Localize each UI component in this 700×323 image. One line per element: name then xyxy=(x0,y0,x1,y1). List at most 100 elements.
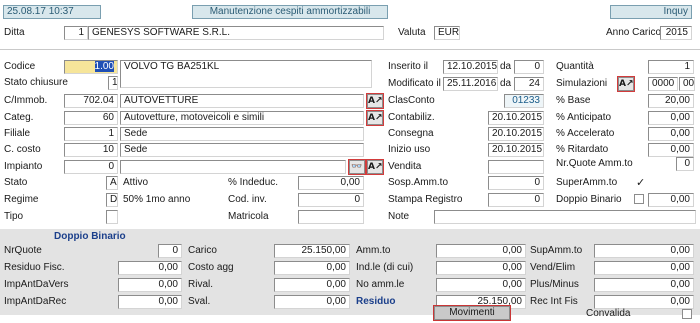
rival-label: Rival. xyxy=(188,279,214,290)
supammto-label: SupAmm.to xyxy=(530,245,583,256)
plusminus-field[interactable]: 0,00 xyxy=(594,278,694,292)
cimmob-code-field[interactable]: 702.04 xyxy=(64,94,118,108)
super-amm-checkbox[interactable]: ✓ xyxy=(636,176,645,189)
perc-accelerato-label: % Accelerato xyxy=(556,128,615,139)
perc-indeduc-field[interactable]: 0,00 xyxy=(298,176,364,190)
nr-quote-field[interactable]: 0 xyxy=(676,157,694,171)
simulazioni-field-1[interactable]: 0000 xyxy=(648,77,678,91)
ditta-name-field[interactable]: GENESYS SOFTWARE S.R.L. xyxy=(88,26,384,40)
doppio-binario-flag-field[interactable]: 0,00 xyxy=(648,193,694,207)
regime-code-field[interactable]: D xyxy=(106,193,118,207)
no-amm-field[interactable]: 0,00 xyxy=(436,278,526,292)
filiale-label: Filiale xyxy=(4,128,31,139)
ditta-code-field[interactable]: 1 xyxy=(64,26,88,40)
vendita-field[interactable] xyxy=(488,160,544,174)
vendelim-label: Vend/Elim xyxy=(530,262,576,273)
categ-lookup-icon[interactable]: A↗ xyxy=(366,110,384,126)
vendita-label: Vendita xyxy=(388,161,422,172)
residuo-label: Residuo xyxy=(356,296,396,307)
nrquote-label: NrQuote xyxy=(4,245,42,256)
recintfis-field[interactable]: 0,00 xyxy=(594,295,694,309)
sval-field[interactable]: 0,00 xyxy=(274,295,350,309)
categ-description-field[interactable]: Autovetture, motoveicoli e simili xyxy=(120,111,364,125)
note-field[interactable] xyxy=(434,210,696,224)
supammto-field[interactable]: 0,00 xyxy=(594,244,694,258)
plusminus-label: Plus/Minus xyxy=(530,279,579,290)
clasconto-field[interactable]: 01233 xyxy=(504,94,544,108)
super-amm-label: SuperAmm.to xyxy=(556,177,618,188)
valuta-label: Valuta xyxy=(398,27,426,38)
stato-chiusure-label: Stato chiusure xyxy=(4,77,68,88)
c-costo-description-field[interactable]: Sede xyxy=(120,143,364,157)
recintfis-label: Rec Int Fis xyxy=(530,296,578,307)
matricola-field[interactable] xyxy=(298,210,364,224)
impantdavers-field[interactable]: 0,00 xyxy=(118,278,182,292)
doppio-binario-title: Doppio Binario xyxy=(54,231,126,242)
cimmob-label: C/Immob. xyxy=(4,95,48,106)
cod-inv-field[interactable]: 0 xyxy=(298,193,364,207)
c-costo-code-field[interactable]: 10 xyxy=(64,143,118,157)
convalida-checkbox[interactable] xyxy=(682,309,692,319)
regime-label: Regime xyxy=(4,194,39,205)
categ-code-field[interactable]: 60 xyxy=(64,111,118,125)
simulazioni-field-2[interactable]: 00 xyxy=(679,77,695,91)
vendelim-field[interactable]: 0,00 xyxy=(594,261,694,275)
tipo-field[interactable] xyxy=(106,210,118,224)
rival-field[interactable]: 0,00 xyxy=(274,278,350,292)
codice-label: Codice xyxy=(4,61,36,72)
costo-agg-field[interactable]: 0,00 xyxy=(274,261,350,275)
sosp-amm-field[interactable]: 0 xyxy=(488,176,544,190)
modificato-da-field[interactable]: 24 xyxy=(514,77,544,91)
quantita-field[interactable]: 1 xyxy=(648,60,694,74)
codice-description-field[interactable]: VOLVO TG BA251KL xyxy=(120,60,372,88)
convalida-label: Convalida xyxy=(586,308,631,319)
valuta-field[interactable]: EUR xyxy=(434,26,460,40)
inizio-uso-field[interactable]: 20.10.2015 xyxy=(488,143,544,157)
consegna-field[interactable]: 20.10.2015 xyxy=(488,127,544,141)
modificato-date-field[interactable]: 25.11.2016 xyxy=(443,77,498,91)
impantdarec-field[interactable]: 0,00 xyxy=(118,295,182,309)
perc-accelerato-field[interactable]: 0,00 xyxy=(648,127,694,141)
stato-code-field[interactable]: A xyxy=(106,176,118,190)
impianto-code-field[interactable]: 0 xyxy=(64,160,118,174)
cimmob-description-field[interactable]: AUTOVETTURE xyxy=(120,94,364,108)
filiale-code-field[interactable]: 1 xyxy=(64,127,118,141)
simulazioni-lookup-icon[interactable]: A↗ xyxy=(617,76,635,92)
indle-field[interactable]: 0,00 xyxy=(436,261,526,275)
carico-label: Carico xyxy=(188,245,217,256)
modificato-label: Modificato il xyxy=(388,78,441,89)
filiale-description-field[interactable]: Sede xyxy=(120,127,364,141)
movimenti-button[interactable]: Movimenti xyxy=(433,305,511,321)
stato-chiusure-field[interactable]: 1 xyxy=(108,76,118,90)
codice-value: 1.00 xyxy=(94,61,114,72)
ammto-label: Amm.to xyxy=(356,245,391,256)
inserito-da-field[interactable]: 0 xyxy=(514,60,544,74)
impianto-search-icon[interactable]: 👓 xyxy=(348,159,366,175)
codice-field[interactable]: 1.00 xyxy=(64,60,118,74)
inizio-uso-label: Inizio uso xyxy=(388,144,431,155)
contabiliz-field[interactable]: 20.10.2015 xyxy=(488,111,544,125)
sosp-amm-label: Sosp.Amm.to xyxy=(388,177,449,188)
nrquote-field[interactable]: 0 xyxy=(158,244,182,258)
carico-field[interactable]: 25.150,00 xyxy=(274,244,350,258)
categ-label: Categ. xyxy=(4,112,34,123)
anno-carico-field[interactable]: 2015 xyxy=(660,26,692,40)
cimmob-lookup-icon[interactable]: A↗ xyxy=(366,93,384,109)
doppio-binario-checkbox[interactable] xyxy=(634,194,644,204)
mode-indicator: Inquy xyxy=(610,5,692,19)
ammto-field[interactable]: 0,00 xyxy=(436,244,526,258)
perc-anticipato-field[interactable]: 0,00 xyxy=(648,111,694,125)
perc-ritardato-field[interactable]: 0,00 xyxy=(648,143,694,157)
clasconto-label: ClasConto xyxy=(388,95,435,106)
impianto-lookup-icon[interactable]: A↗ xyxy=(366,159,384,175)
datetime-display: 25.08.17 10:37 xyxy=(3,5,101,19)
inserito-date-field[interactable]: 12.10.2015 xyxy=(443,60,498,74)
impianto-description-field[interactable] xyxy=(120,160,346,174)
impantdarec-label: ImpAntDaRec xyxy=(4,296,67,307)
perc-base-field[interactable]: 20,00 xyxy=(648,94,694,108)
costo-agg-label: Costo agg xyxy=(188,262,234,273)
stampa-registro-field[interactable]: 0 xyxy=(488,193,544,207)
residuo-fisc-field[interactable]: 0,00 xyxy=(118,261,182,275)
perc-indeduc-label: % Indeduc. xyxy=(228,177,279,188)
consegna-label: Consegna xyxy=(388,128,434,139)
